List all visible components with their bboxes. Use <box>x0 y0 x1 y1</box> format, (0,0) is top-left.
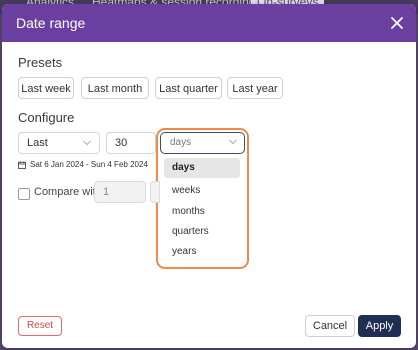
unit-option-years[interactable]: years <box>164 242 240 262</box>
reset-button[interactable]: Reset <box>18 316 62 336</box>
range-mode-value: Last <box>27 137 48 149</box>
dialog-title: Date range <box>16 15 86 31</box>
compare-amount-value: 1 <box>103 186 110 198</box>
dialog-header: Date range <box>2 4 416 42</box>
chevron-down-icon <box>229 139 237 145</box>
unit-option-months[interactable]: months <box>164 202 240 222</box>
date-range-summary: Sat 6 Jan 2024 - Sun 4 Feb 2024 <box>18 160 148 169</box>
compare-amount-input[interactable]: 1 <box>94 181 146 203</box>
preset-last-month-button[interactable]: Last month <box>81 77 149 99</box>
range-unit-select[interactable]: days <box>160 132 245 154</box>
presets-title: Presets <box>18 55 63 70</box>
range-mode-select[interactable]: Last <box>18 132 100 154</box>
preset-last-week-button[interactable]: Last week <box>18 77 74 99</box>
chevron-down-icon <box>83 140 91 146</box>
compare-unit-select[interactable] <box>150 181 160 203</box>
range-unit-value: days <box>170 137 192 148</box>
range-amount-value: 30 <box>115 137 128 149</box>
compare-label: Compare with <box>34 186 102 198</box>
unit-option-quarters[interactable]: quarters <box>164 222 240 242</box>
preset-last-quarter-button[interactable]: Last quarter <box>155 77 222 99</box>
compare-checkbox[interactable] <box>18 188 30 200</box>
calendar-icon <box>18 161 26 169</box>
unit-option-weeks[interactable]: weeks <box>164 181 240 201</box>
apply-button[interactable]: Apply <box>358 315 401 337</box>
range-amount-input[interactable]: 30 <box>106 132 156 154</box>
cancel-button[interactable]: Cancel <box>305 315 355 337</box>
date-range-text: Sat 6 Jan 2024 - Sun 4 Feb 2024 <box>30 160 148 169</box>
configure-title: Configure <box>18 110 75 125</box>
unit-option-days[interactable]: days <box>164 158 240 178</box>
close-icon[interactable] <box>388 14 406 32</box>
preset-last-year-button[interactable]: Last year <box>227 77 283 99</box>
unit-dropdown-menu: days weeks months quarters years <box>162 156 245 266</box>
date-range-dialog: Date range Presets Last week Last month … <box>2 4 416 348</box>
